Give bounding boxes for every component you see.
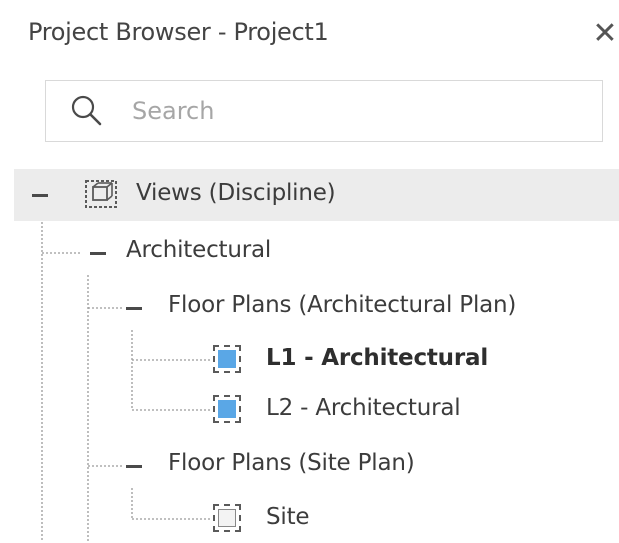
tree-item-floor-plans-architectural[interactable]: Floor Plans (Architectural Plan)	[110, 284, 615, 332]
tree-item-label: Site	[266, 504, 310, 530]
tree-item-architectural[interactable]: Architectural	[60, 229, 360, 277]
project-browser-panel: Project Browser - Project1 ✕ Search View…	[0, 0, 619, 541]
tree-item-l2-architectural[interactable]: L2 - Architectural	[210, 386, 570, 434]
tree-item-views[interactable]: Views (Discipline)	[14, 169, 619, 221]
tree-item-label: L1 - Architectural	[266, 345, 488, 371]
collapse-icon[interactable]	[32, 194, 48, 197]
tree-item-label: L2 - Architectural	[266, 395, 461, 421]
views-icon	[85, 180, 117, 208]
floor-plan-icon	[213, 345, 241, 373]
collapse-icon[interactable]	[126, 307, 142, 310]
tree-item-site[interactable]: Site	[210, 495, 410, 543]
tree-item-label: Floor Plans (Site Plan)	[168, 450, 415, 476]
tree-item-l1-architectural[interactable]: L1 - Architectural	[210, 336, 570, 384]
collapse-icon[interactable]	[90, 252, 106, 255]
tree-item-label: Architectural	[126, 237, 272, 263]
site-plan-icon	[213, 504, 241, 532]
tree-item-label: Floor Plans (Architectural Plan)	[168, 292, 517, 318]
floor-plan-icon	[213, 395, 241, 423]
collapse-icon[interactable]	[126, 465, 142, 468]
tree-item-label: Views (Discipline)	[136, 180, 336, 206]
tree-item-floor-plans-site[interactable]: Floor Plans (Site Plan)	[110, 442, 510, 490]
